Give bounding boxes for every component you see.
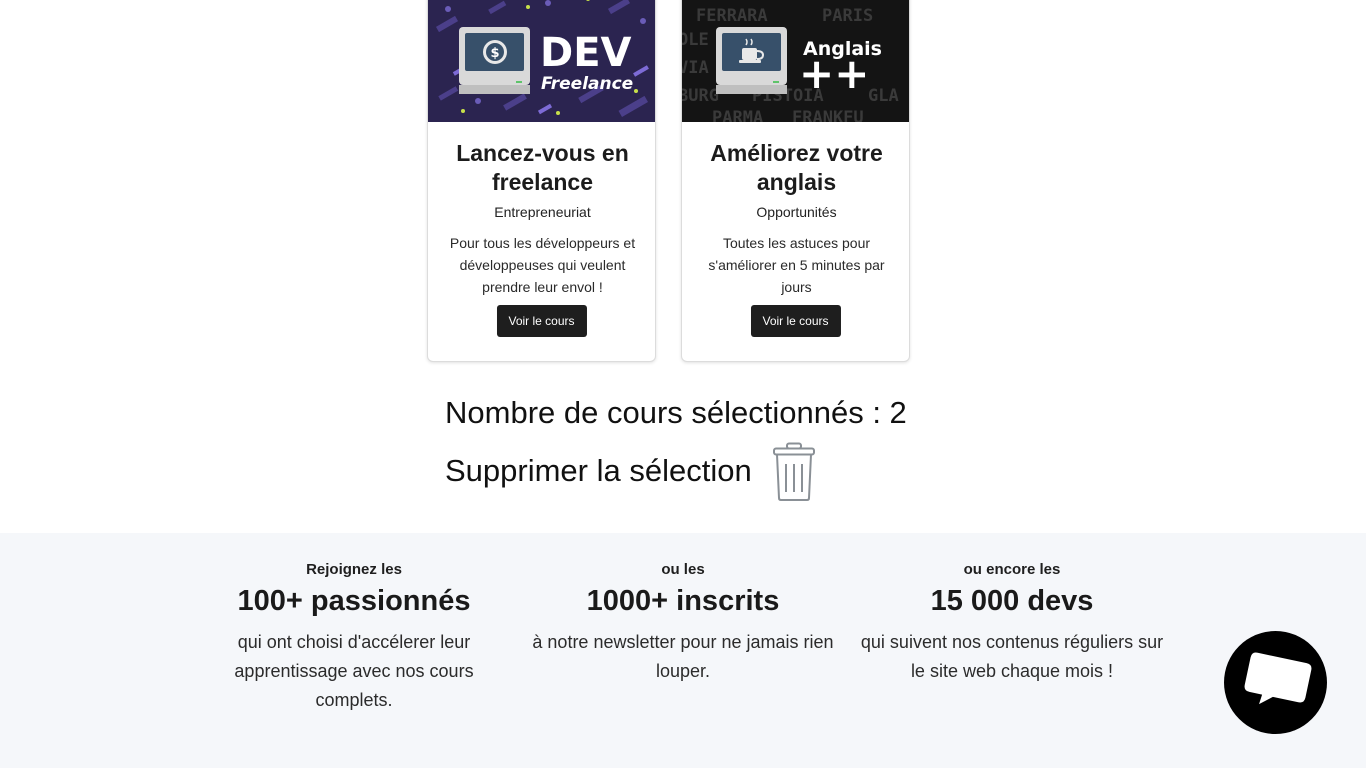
image-subtitle: ++	[799, 49, 869, 98]
course-category: Opportunités	[756, 204, 837, 220]
image-title: DEV	[540, 30, 632, 76]
course-image-freelance: $ DEV Freelance	[428, 0, 655, 122]
trash-icon[interactable]	[772, 442, 816, 502]
stat-block: Rejoignez les 100+ passionnés qui ont ch…	[194, 560, 514, 715]
stat-block: ou encore les 15 000 devs qui suivent no…	[852, 560, 1172, 686]
image-subtitle: Freelance	[541, 74, 633, 94]
selected-count: Nombre de cours sélectionnés : 2	[445, 395, 907, 430]
anglais-illustration: FERRARA PARIS OLE VIA BURG PISTOIA GLA P…	[682, 0, 909, 122]
stat-block: ou les 1000+ inscrits à notre newsletter…	[523, 560, 843, 686]
course-card: FERRARA PARIS OLE VIA BURG PISTOIA GLA P…	[681, 0, 910, 362]
course-title: Améliorez votre anglais	[710, 140, 883, 195]
delete-selection: Supprimer la sélection	[445, 442, 815, 502]
stat-figure: 100+ passionnés	[237, 585, 471, 617]
bg-word: OLE	[682, 30, 709, 50]
bg-word: GLA	[868, 86, 899, 106]
chat-button[interactable]	[1224, 631, 1327, 734]
course-description: Pour tous les développeurs et développeu…	[449, 235, 636, 295]
bg-word: VIA	[682, 58, 709, 78]
course-selection: Nombre de cours sélectionnés : 2 Supprim…	[445, 392, 907, 501]
dev-freelance-illustration: $ DEV Freelance	[428, 0, 655, 122]
stat-intro: ou les	[661, 561, 705, 578]
stat-description: qui suivent nos contenus réguliers sur l…	[860, 632, 1164, 681]
chat-bubble-icon	[1244, 652, 1312, 705]
bg-word: BURG	[682, 86, 719, 106]
course-category: Entrepreneuriat	[494, 204, 591, 220]
view-course-button[interactable]: Voir le cours	[750, 305, 841, 337]
course-card: $ DEV Freelance Lancez-vous en freelance…	[427, 0, 656, 362]
bg-word: FRANKFU	[792, 108, 864, 122]
bg-word: PARIS	[822, 6, 873, 26]
stats-section: Rejoignez les 100+ passionnés qui ont ch…	[0, 533, 1366, 768]
bg-word: PARMA	[712, 108, 763, 122]
stat-figure: 15 000 devs	[930, 585, 1094, 617]
stat-description: à notre newsletter pour ne jamais rien l…	[532, 632, 834, 681]
stat-intro: Rejoignez les	[306, 561, 402, 578]
svg-text:$: $	[490, 46, 499, 61]
course-title: Lancez-vous en freelance	[456, 140, 629, 195]
course-description: Toutes les astuces pour s'améliorer en 5…	[708, 235, 885, 295]
stat-figure: 1000+ inscrits	[586, 585, 780, 617]
course-card-body: Lancez-vous en freelance Entrepreneuriat…	[428, 122, 655, 298]
delete-selection-label: Supprimer la sélection	[445, 453, 752, 488]
bg-word: FERRARA	[696, 6, 768, 26]
course-card-body: Améliorez votre anglais Opportunités Tou…	[682, 122, 909, 298]
stat-description: qui ont choisi d'accélerer leur apprenti…	[234, 632, 474, 710]
stat-intro: ou encore les	[963, 561, 1061, 578]
course-cards: $ DEV Freelance Lancez-vous en freelance…	[427, 0, 910, 362]
course-image-english: FERRARA PARIS OLE VIA BURG PISTOIA GLA P…	[682, 0, 909, 122]
view-course-button[interactable]: Voir le cours	[496, 305, 587, 337]
